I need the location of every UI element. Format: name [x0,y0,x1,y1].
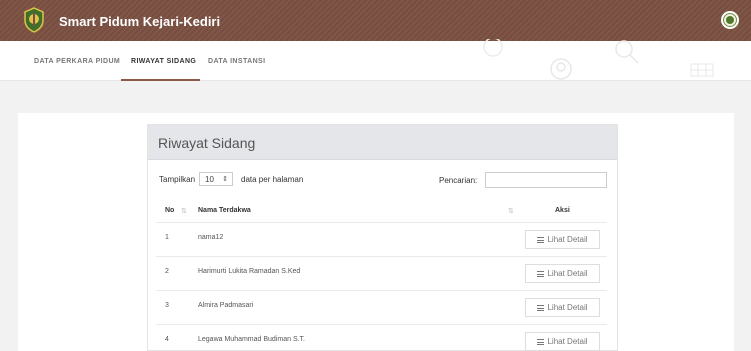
table-cell-name: Legawa Muhammad Budiman S.T. [198,336,305,343]
table-cell-name: Harimurti Lukita Ramadan S.Ked [198,268,301,275]
table-cell-no: 2 [165,268,169,275]
per-page-label: data per halaman [241,175,304,184]
lihat-detail-button[interactable]: Lihat Detail [525,230,600,249]
table-cell-no: 4 [165,336,169,343]
info-watermark-icon [483,39,503,57]
table-cell-name: Almira Padmasari [198,302,254,309]
sort-icon[interactable]: ⇅ [181,207,187,215]
table-cell-no: 3 [165,302,169,309]
list-icon [537,236,545,243]
select-arrows-icon: ⇕ [222,176,228,183]
kejaksaan-emblem-icon [24,7,44,33]
button-label: Lihat Detail [547,337,588,346]
search-label: Pencarian: [439,176,478,185]
list-icon [537,304,545,311]
column-header-nama-terdakwa[interactable]: Nama Terdakwa [198,207,251,214]
app-header: Smart Pidum Kejari-Kediri [0,0,751,41]
lihat-detail-button[interactable]: Lihat Detail [525,298,600,317]
search-watermark-icon [615,40,639,64]
tab-data-instansi[interactable]: DATA INSTANSI [208,58,265,65]
table-header-divider [156,222,607,223]
lihat-detail-button[interactable]: Lihat Detail [525,332,600,351]
show-entries-label: Tampilkan [159,175,196,184]
app-title: Smart Pidum Kejari-Kediri [59,14,221,29]
user-watermark-icon [550,58,572,80]
page-size-select[interactable]: 10 ⇕ [199,172,233,186]
column-header-no[interactable]: No [165,207,174,214]
search-input[interactable] [485,172,607,188]
sort-icon[interactable]: ⇅ [508,207,514,215]
table-row-divider [156,324,607,325]
button-label: Lihat Detail [547,269,588,278]
button-label: Lihat Detail [547,235,588,244]
table-cell-name: nama12 [198,234,224,241]
column-header-aksi: Aksi [555,207,570,214]
tab-riwayat-sidang[interactable]: RIWAYAT SIDANG [131,58,196,65]
button-label: Lihat Detail [547,303,588,312]
riwayat-sidang-card: Riwayat Sidang Tampilkan 10 ⇕ data per h… [147,124,618,351]
table-row-divider [156,290,607,291]
tab-bar: DATA PERKARA PIDUM RIWAYAT SIDANG DATA I… [0,39,751,81]
card-title: Riwayat Sidang [158,135,256,151]
table-cell-no: 1 [165,234,169,241]
active-tab-indicator [121,79,200,81]
card-header: Riwayat Sidang [148,125,617,160]
tab-data-perkara-pidum[interactable]: DATA PERKARA PIDUM [34,58,120,65]
lihat-detail-button[interactable]: Lihat Detail [525,264,600,283]
table-row-divider [156,256,607,257]
page-size-value: 10 [205,175,214,184]
user-avatar-icon[interactable] [721,11,739,29]
grid-watermark-icon [690,63,714,77]
list-icon [537,338,545,345]
list-icon [537,270,545,277]
